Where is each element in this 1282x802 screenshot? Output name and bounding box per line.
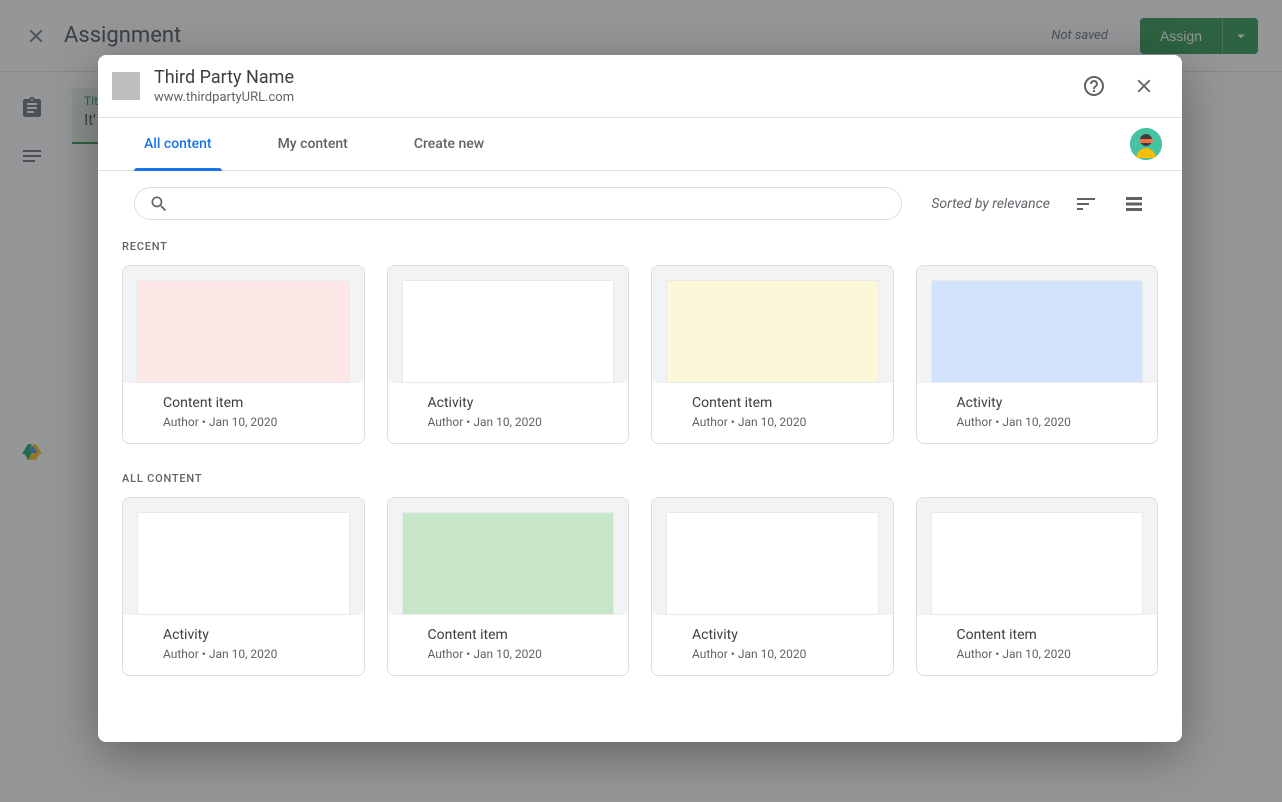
card-text: Content item Author • Jan 10, 2020 (917, 615, 1158, 675)
close-modal-button[interactable] (1126, 68, 1162, 104)
card-title: Content item (163, 395, 324, 411)
help-button[interactable] (1076, 68, 1112, 104)
card-thumbnail (931, 512, 1144, 615)
card-text: Activity Author • Jan 10, 2020 (652, 615, 893, 675)
grid-all: Activity Author • Jan 10, 2020 Content i… (122, 497, 1158, 676)
card-thumbnail (666, 512, 879, 615)
card-thumbnail-frame (652, 498, 893, 615)
sort-label: Sorted by relevance (931, 196, 1050, 212)
card-thumbnail (402, 280, 615, 383)
content-card[interactable]: Activity Author • Jan 10, 2020 (916, 265, 1159, 444)
modal-url: www.thirdpartyURL.com (154, 90, 1062, 105)
card-thumbnail (666, 280, 879, 383)
card-thumbnail-frame (123, 498, 364, 615)
card-title: Content item (957, 627, 1118, 643)
section-label-recent: RECENT (122, 240, 1158, 253)
sort-button[interactable] (1074, 192, 1098, 216)
card-meta: Author • Jan 10, 2020 (957, 415, 1118, 429)
card-thumbnail (402, 512, 615, 615)
modal-title: Third Party Name (154, 67, 1062, 88)
tab-all-content[interactable]: All content (134, 118, 222, 170)
section-label-all: ALL CONTENT (122, 472, 1158, 485)
card-thumbnail (137, 512, 350, 615)
card-title: Activity (692, 627, 853, 643)
card-meta: Author • Jan 10, 2020 (692, 415, 853, 429)
card-text: Activity Author • Jan 10, 2020 (388, 383, 629, 443)
search-icon (149, 194, 169, 214)
modal-header: Third Party Name www.thirdpartyURL.com (98, 55, 1182, 118)
card-meta: Author • Jan 10, 2020 (692, 647, 853, 661)
content-card[interactable]: Content item Author • Jan 10, 2020 (651, 265, 894, 444)
card-title: Content item (692, 395, 853, 411)
close-icon (1133, 75, 1155, 97)
card-thumbnail-frame (123, 266, 364, 383)
content-card[interactable]: Activity Author • Jan 10, 2020 (651, 497, 894, 676)
card-meta: Author • Jan 10, 2020 (163, 647, 324, 661)
card-thumbnail-frame (652, 266, 893, 383)
search-input[interactable] (179, 196, 887, 212)
card-meta: Author • Jan 10, 2020 (428, 647, 589, 661)
card-text: Content item Author • Jan 10, 2020 (652, 383, 893, 443)
card-thumbnail-frame (388, 266, 629, 383)
card-thumbnail-frame (917, 266, 1158, 383)
tab-my-content[interactable]: My content (268, 118, 358, 170)
card-meta: Author • Jan 10, 2020 (163, 415, 324, 429)
view-list-button[interactable] (1122, 192, 1146, 216)
card-title: Activity (957, 395, 1118, 411)
card-thumbnail-frame (388, 498, 629, 615)
content-picker-modal: Third Party Name www.thirdpartyURL.com A… (98, 55, 1182, 742)
help-icon (1082, 74, 1106, 98)
card-title: Activity (428, 395, 589, 411)
content-card[interactable]: Content item Author • Jan 10, 2020 (387, 497, 630, 676)
card-thumbnail-frame (917, 498, 1158, 615)
card-thumbnail (137, 280, 350, 383)
card-text: Content item Author • Jan 10, 2020 (388, 615, 629, 675)
card-meta: Author • Jan 10, 2020 (957, 647, 1118, 661)
tabs: All content My content Create new (98, 118, 1182, 171)
content-card[interactable]: Activity Author • Jan 10, 2020 (122, 497, 365, 676)
card-title: Content item (428, 627, 589, 643)
search-box[interactable] (134, 187, 902, 220)
third-party-logo (112, 72, 140, 100)
card-text: Activity Author • Jan 10, 2020 (917, 383, 1158, 443)
card-text: Content item Author • Jan 10, 2020 (123, 383, 364, 443)
grid-recent: Content item Author • Jan 10, 2020 Activ… (122, 265, 1158, 444)
sort-icon (1074, 192, 1098, 216)
content-card[interactable]: Content item Author • Jan 10, 2020 (122, 265, 365, 444)
card-meta: Author • Jan 10, 2020 (428, 415, 589, 429)
toolbar: Sorted by relevance (98, 171, 1182, 220)
modal-content: RECENT Content item Author • Jan 10, 202… (98, 220, 1182, 742)
content-card[interactable]: Activity Author • Jan 10, 2020 (387, 265, 630, 444)
avatar[interactable] (1130, 128, 1162, 160)
card-title: Activity (163, 627, 324, 643)
card-thumbnail (931, 280, 1144, 383)
tab-create-new[interactable]: Create new (404, 118, 494, 170)
list-view-icon (1122, 192, 1146, 216)
content-card[interactable]: Content item Author • Jan 10, 2020 (916, 497, 1159, 676)
card-text: Activity Author • Jan 10, 2020 (123, 615, 364, 675)
